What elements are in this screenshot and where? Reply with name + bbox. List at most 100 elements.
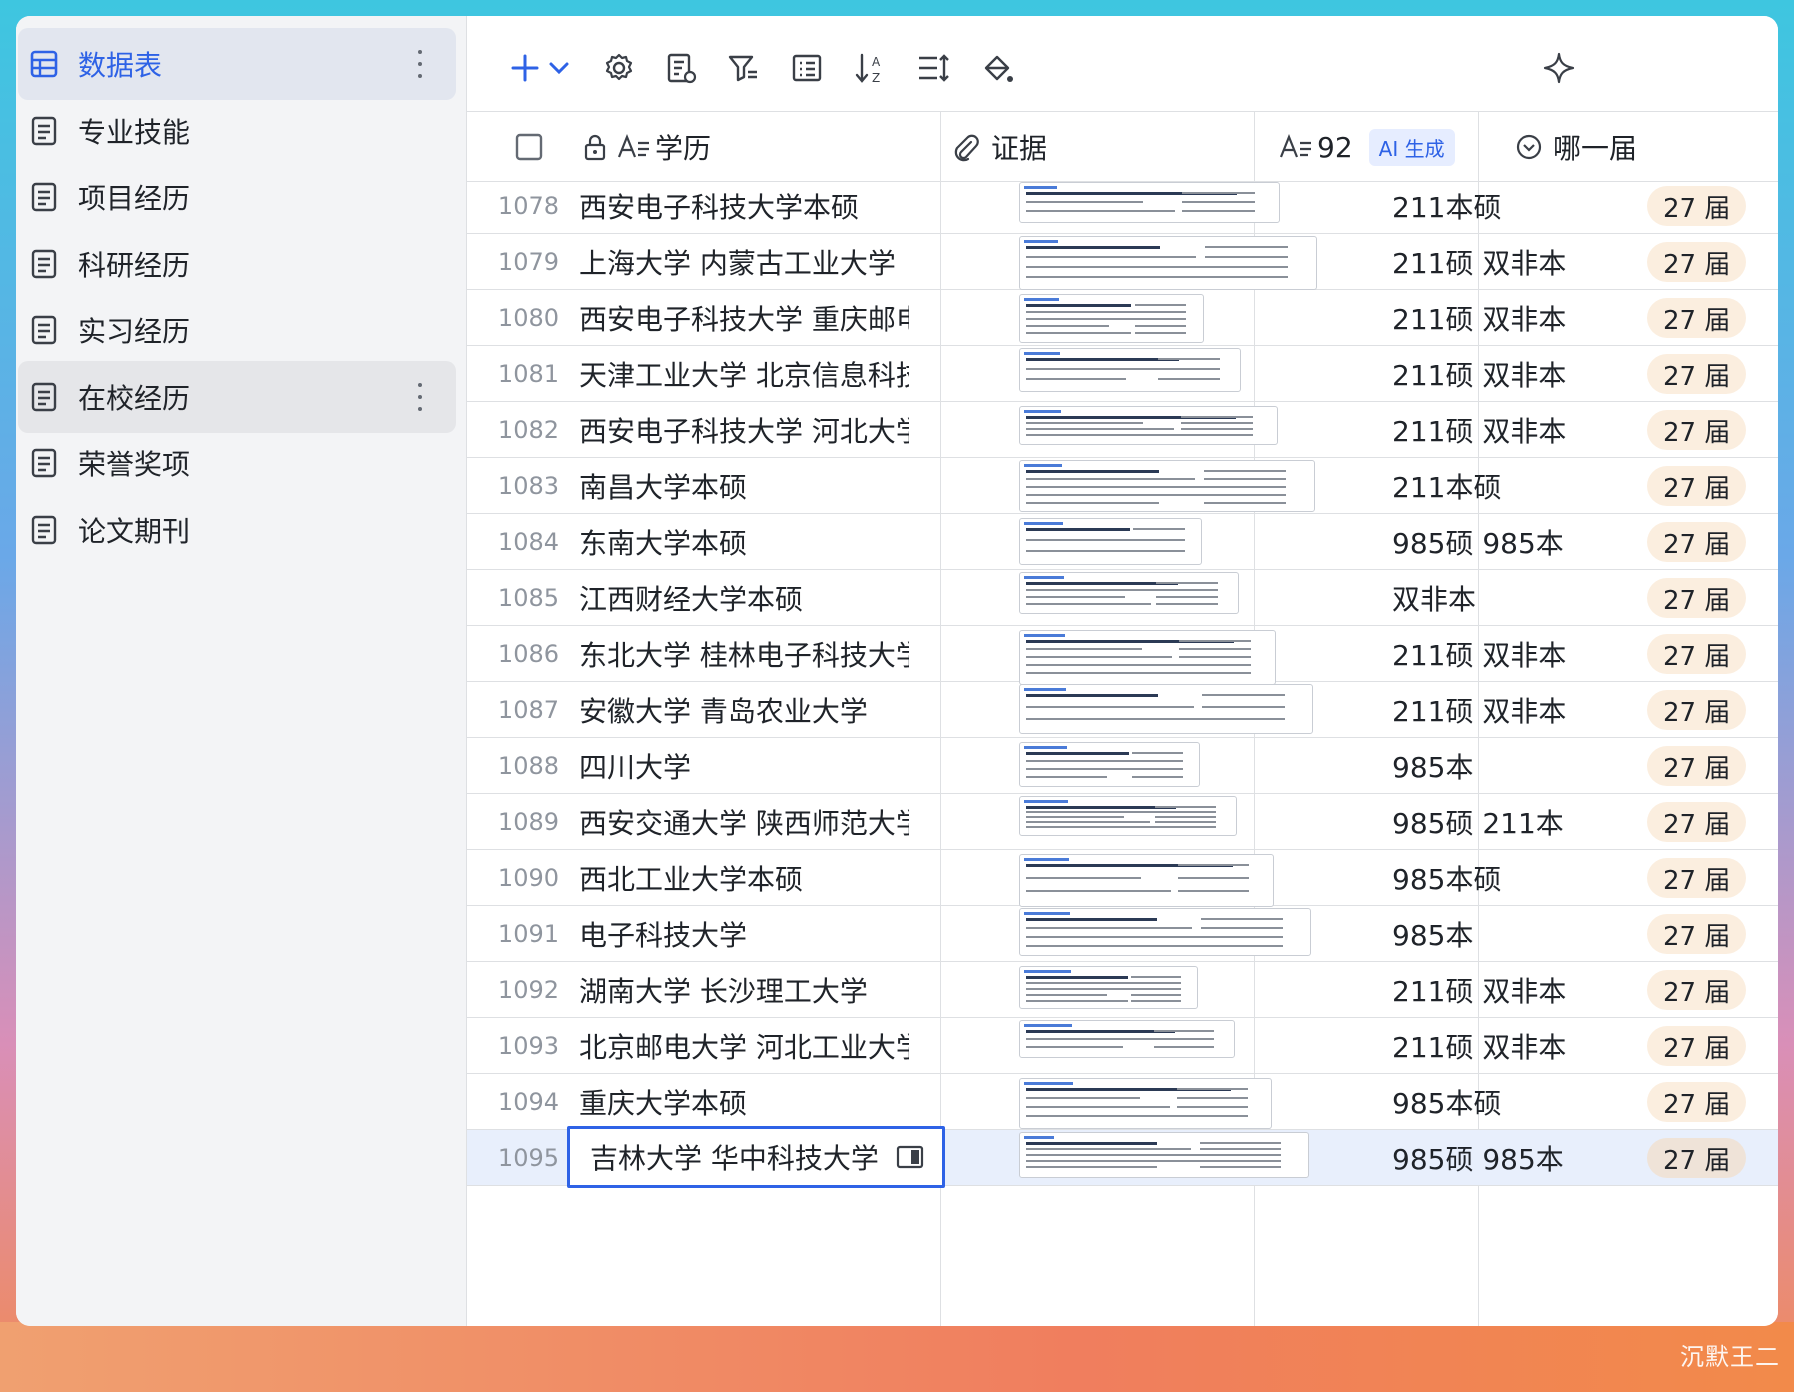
tag-cell[interactable]: 211硕 双非本 bbox=[1392, 290, 1566, 346]
tag-cell[interactable]: 211硕 双非本 bbox=[1392, 234, 1566, 290]
tag-cell[interactable]: 985硕 985本 bbox=[1392, 514, 1564, 570]
year-tag[interactable]: 27 届 bbox=[1647, 522, 1747, 562]
filter-icon[interactable] bbox=[725, 50, 761, 86]
year-tag[interactable]: 27 届 bbox=[1647, 186, 1747, 226]
sidebar-item[interactable]: 荣誉奖项 bbox=[18, 427, 456, 499]
year-tag[interactable]: 27 届 bbox=[1647, 1082, 1747, 1122]
sidebar-item[interactable]: 科研经历 bbox=[18, 228, 456, 300]
year-tag[interactable]: 27 届 bbox=[1647, 970, 1747, 1010]
education-cell-editor[interactable]: 吉林大学 华中科技大学 bbox=[567, 1126, 945, 1188]
year-tag[interactable]: 27 届 bbox=[1647, 354, 1747, 394]
tag-cell[interactable]: 985本 bbox=[1392, 906, 1473, 962]
evidence-cell[interactable] bbox=[1019, 404, 1359, 462]
education-cell[interactable]: 西北工业大学本硕 bbox=[579, 850, 909, 906]
evidence-image[interactable] bbox=[1019, 236, 1317, 290]
evidence-image[interactable] bbox=[1019, 348, 1241, 392]
tag-cell[interactable]: 211本硕 bbox=[1392, 458, 1501, 514]
evidence-image[interactable] bbox=[1019, 1132, 1309, 1178]
table-row[interactable]: 1089 西安交通大学 陕西师范大学 985硕 211本 27 届 bbox=[467, 794, 1778, 850]
year-tag[interactable]: 27 届 bbox=[1647, 410, 1747, 450]
evidence-image[interactable] bbox=[1019, 684, 1313, 734]
sidebar-item[interactable]: 数据表 bbox=[18, 28, 456, 100]
evidence-cell[interactable] bbox=[1019, 236, 1359, 294]
year-tag[interactable]: 27 届 bbox=[1647, 298, 1747, 338]
evidence-image[interactable] bbox=[1019, 518, 1202, 565]
year-tag[interactable]: 27 届 bbox=[1647, 634, 1747, 674]
tag-cell[interactable]: 双非本 bbox=[1392, 570, 1476, 626]
table-row[interactable]: 1093 北京邮电大学 河北工业大学 211硕 双非本 27 届 bbox=[467, 1018, 1778, 1074]
evidence-image[interactable] bbox=[1019, 908, 1311, 956]
sort-icon[interactable]: AZ bbox=[853, 50, 889, 86]
form-icon[interactable] bbox=[663, 50, 699, 86]
table-row[interactable]: 1081 天津工业大学 北京信息科技... 211硕 双非本 27 届 bbox=[467, 346, 1778, 402]
evidence-cell[interactable] bbox=[1019, 1076, 1359, 1134]
evidence-image[interactable] bbox=[1019, 796, 1237, 836]
tag-cell[interactable]: 985本 bbox=[1392, 738, 1473, 794]
evidence-cell[interactable] bbox=[1019, 740, 1359, 798]
tag-cell[interactable]: 211硕 双非本 bbox=[1392, 962, 1566, 1018]
group-icon[interactable] bbox=[789, 50, 825, 86]
sidebar-item[interactable]: 项目经历 bbox=[18, 161, 456, 233]
table-row[interactable]: 1078 西安电子科技大学本硕 211本硕 27 届 bbox=[467, 182, 1778, 234]
evidence-cell[interactable] bbox=[1019, 964, 1359, 1022]
evidence-cell[interactable] bbox=[1019, 348, 1359, 406]
education-cell[interactable]: 西安交通大学 陕西师范大学 bbox=[579, 794, 909, 850]
education-cell[interactable]: 上海大学 内蒙古工业大学 bbox=[579, 234, 909, 290]
tag-cell[interactable]: 211硕 双非本 bbox=[1392, 626, 1566, 682]
year-tag[interactable]: 27 届 bbox=[1647, 466, 1747, 506]
evidence-image[interactable] bbox=[1019, 182, 1280, 223]
chevron-down-icon[interactable] bbox=[547, 50, 571, 86]
tag-cell[interactable]: 985本硕 bbox=[1392, 1074, 1501, 1130]
tag-cell[interactable]: 211硕 双非本 bbox=[1392, 682, 1566, 738]
table-row[interactable]: 1080 西安电子科技大学 重庆邮电... 211硕 双非本 27 届 bbox=[467, 290, 1778, 346]
evidence-cell[interactable] bbox=[1019, 292, 1359, 350]
year-tag[interactable]: 27 届 bbox=[1647, 914, 1747, 954]
ai-sparkle-icon[interactable] bbox=[1541, 50, 1577, 86]
evidence-cell[interactable] bbox=[1019, 182, 1359, 238]
table-row[interactable]: 1090 西北工业大学本硕 985本硕 27 届 bbox=[467, 850, 1778, 907]
year-tag[interactable]: 27 届 bbox=[1647, 1026, 1747, 1066]
sidebar-item[interactable]: 在校经历 bbox=[18, 360, 456, 433]
settings-icon[interactable] bbox=[601, 50, 637, 86]
education-cell[interactable]: 东南大学本硕 bbox=[579, 514, 909, 570]
evidence-cell[interactable] bbox=[1019, 1132, 1359, 1190]
evidence-cell[interactable] bbox=[1019, 1020, 1359, 1078]
tag-cell[interactable]: 211硕 双非本 bbox=[1392, 402, 1566, 458]
table-row[interactable]: 1086 东北大学 桂林电子科技大学 211硕 双非本 27 届 bbox=[467, 626, 1778, 685]
evidence-cell[interactable] bbox=[1019, 796, 1359, 854]
tag-cell[interactable]: 985硕 211本 bbox=[1392, 794, 1564, 850]
table-row[interactable]: 1087 安徽大学 青岛农业大学 211硕 双非本 27 届 bbox=[467, 682, 1778, 738]
year-tag[interactable]: 27 届 bbox=[1647, 1138, 1747, 1178]
evidence-cell[interactable] bbox=[1019, 852, 1359, 910]
evidence-image[interactable] bbox=[1019, 1020, 1235, 1058]
year-tag[interactable]: 27 届 bbox=[1647, 578, 1747, 618]
evidence-cell[interactable] bbox=[1019, 908, 1359, 966]
education-cell[interactable]: 天津工业大学 北京信息科技... bbox=[579, 346, 909, 402]
education-cell[interactable]: 重庆大学本硕 bbox=[579, 1074, 909, 1130]
tag-cell[interactable]: 211本硕 bbox=[1392, 182, 1501, 234]
evidence-image[interactable] bbox=[1019, 406, 1278, 445]
education-cell[interactable]: 安徽大学 青岛农业大学 bbox=[579, 682, 909, 738]
table-row[interactable]: 1082 西安电子科技大学 河北大学 211硕 双非本 27 届 bbox=[467, 402, 1778, 458]
evidence-image[interactable] bbox=[1019, 1078, 1272, 1129]
column-header-education[interactable]: 学历 bbox=[583, 112, 711, 182]
education-cell[interactable]: 湖南大学 长沙理工大学 bbox=[579, 962, 909, 1018]
more-icon[interactable] bbox=[418, 382, 422, 411]
education-cell[interactable]: 电子科技大学 bbox=[579, 906, 909, 962]
education-cell[interactable]: 北京邮电大学 河北工业大学 bbox=[579, 1018, 909, 1074]
table-row[interactable]: 1085 江西财经大学本硕 双非本 27 届 bbox=[467, 570, 1778, 626]
year-tag[interactable]: 27 届 bbox=[1647, 746, 1747, 786]
education-cell[interactable]: 西安电子科技大学本硕 bbox=[579, 182, 909, 234]
evidence-cell[interactable] bbox=[1019, 460, 1359, 518]
evidence-cell[interactable] bbox=[1019, 684, 1359, 742]
education-cell-text[interactable]: 吉林大学 华中科技大学 bbox=[590, 1129, 879, 1185]
column-header-evidence[interactable]: 证据 bbox=[951, 112, 1047, 182]
table-row[interactable]: 1084 东南大学本硕 985硕 985本 27 届 bbox=[467, 514, 1778, 570]
tag-cell[interactable]: 211硕 双非本 bbox=[1392, 346, 1566, 402]
evidence-cell[interactable] bbox=[1019, 516, 1359, 574]
education-cell[interactable]: 西安电子科技大学 河北大学 bbox=[579, 402, 909, 458]
year-tag[interactable]: 27 届 bbox=[1647, 858, 1747, 898]
education-cell[interactable]: 西安电子科技大学 重庆邮电... bbox=[579, 290, 909, 346]
year-tag[interactable]: 27 届 bbox=[1647, 242, 1747, 282]
evidence-image[interactable] bbox=[1019, 460, 1315, 512]
